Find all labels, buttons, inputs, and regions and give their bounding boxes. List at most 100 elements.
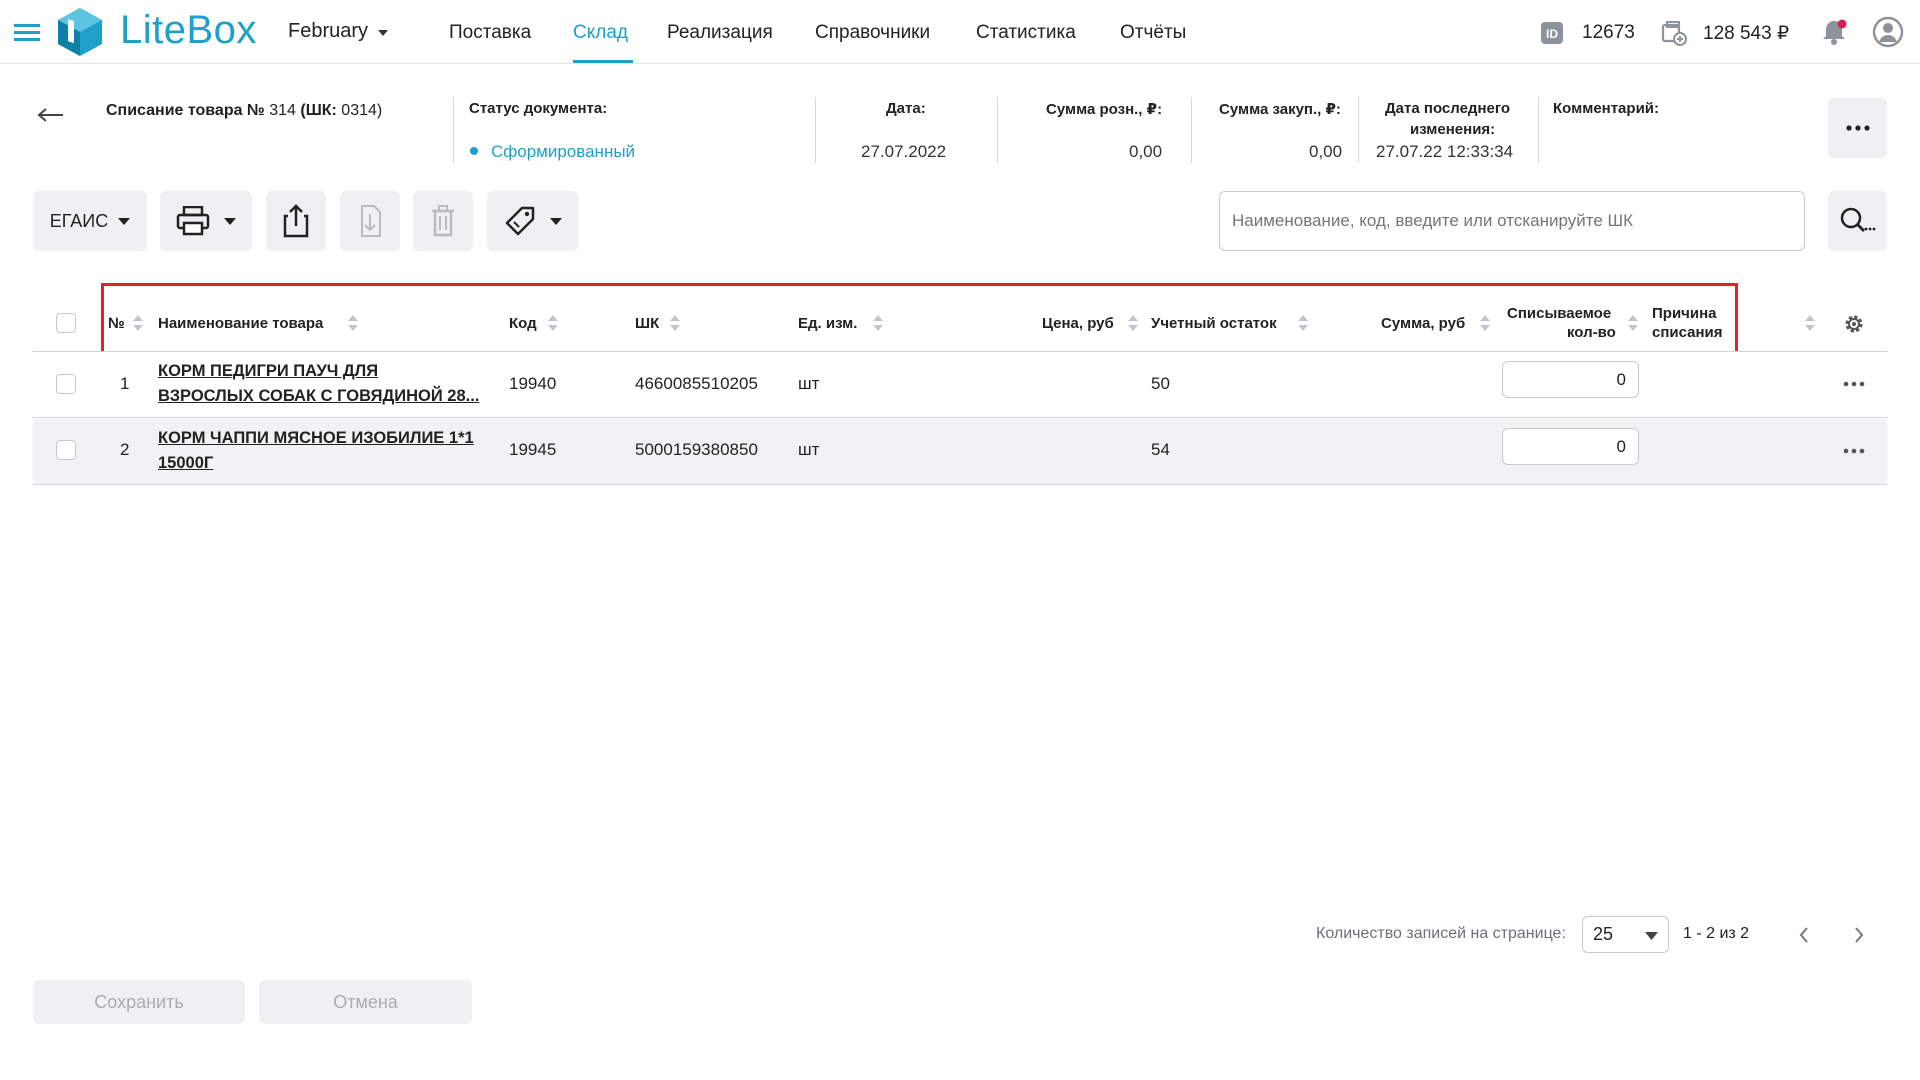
status-value: Сформированный (491, 142, 636, 161)
document-title: Списание товара № 314 (ШК: 0314) (106, 102, 383, 119)
sort-arrows-icon[interactable] (1628, 313, 1638, 333)
nav-item-supply[interactable]: Поставка (449, 22, 531, 44)
product-code: 19940 (509, 374, 557, 393)
save-button[interactable]: Сохранить (33, 980, 245, 1024)
import-icon (361, 205, 381, 237)
egais-dropdown-button[interactable]: ЕГАИС (33, 191, 147, 251)
page-range: 1 - 2 из 2 (1683, 925, 1750, 942)
row-more-icon[interactable] (1843, 448, 1865, 454)
date-value: 27.07.2022 (861, 142, 947, 161)
row-checkbox[interactable] (56, 374, 76, 394)
cancel-button[interactable]: Отмена (259, 980, 472, 1024)
bell-icon[interactable] (1820, 18, 1848, 46)
chevron-left-icon[interactable] (1799, 926, 1809, 944)
page-size-select[interactable]: 25 (1582, 916, 1669, 953)
product-barcode: 4660085510205 (635, 374, 758, 393)
export-icon (283, 204, 309, 238)
column-header-stock[interactable]: Учетный остаток (1151, 314, 1277, 333)
divider (997, 97, 998, 163)
column-header-name[interactable]: Наименование товара (158, 314, 323, 333)
svg-text:ID: ID (1546, 27, 1558, 41)
active-tab-indicator (573, 60, 633, 63)
column-header-writeoff-qty-2[interactable]: кол-во (1567, 323, 1616, 342)
status-label: Статус документа: (469, 100, 608, 117)
nav-item-sales[interactable]: Реализация (667, 22, 773, 44)
product-name-link[interactable]: КОРМ ЧАППИ МЯСНОЕ ИЗОБИЛИЕ 1*1 15000Г (158, 426, 474, 476)
last-changed-label-1: Дата последнего (1385, 100, 1511, 117)
print-dropdown-button[interactable] (160, 191, 252, 251)
hamburger-menu-icon[interactable] (14, 24, 40, 42)
wallet-icon[interactable] (1661, 20, 1687, 46)
date-label: Дата: (886, 100, 926, 117)
delete-button[interactable] (413, 191, 473, 251)
search-icon (1840, 207, 1875, 232)
caret-down-icon (549, 217, 562, 225)
back-arrow-icon[interactable] (36, 105, 64, 125)
sort-arrows-icon[interactable] (348, 313, 358, 333)
row-number: 2 (120, 440, 130, 459)
column-header-barcode[interactable]: ШК (635, 314, 659, 333)
stock-value: 54 (1151, 440, 1170, 459)
caret-down-icon (224, 217, 236, 225)
comment-label: Комментарий: (1553, 100, 1660, 117)
sort-arrows-icon[interactable] (670, 313, 680, 333)
column-header-reason-2[interactable]: списания (1652, 323, 1723, 342)
column-header-num[interactable]: № (108, 314, 125, 333)
chevron-right-icon[interactable] (1854, 926, 1864, 944)
row-more-icon[interactable] (1843, 381, 1865, 387)
nav-item-reports[interactable]: Отчёты (1120, 22, 1186, 44)
product-code: 19945 (509, 440, 557, 459)
more-actions-button[interactable] (1828, 98, 1887, 158)
column-header-writeoff-qty-1[interactable]: Списываемое (1507, 304, 1611, 323)
product-name-link[interactable]: КОРМ ПЕДИГРИ ПАУЧ ДЛЯ ВЗРОСЛЫХ СОБАК С Г… (158, 359, 479, 409)
export-button[interactable] (266, 191, 326, 251)
litebox-logo-icon[interactable] (54, 6, 106, 58)
divider (1538, 97, 1539, 163)
price-tag-icon (505, 206, 534, 236)
sort-arrows-icon[interactable] (548, 313, 558, 333)
page-size-value: 25 (1593, 924, 1614, 944)
sort-arrows-icon[interactable] (133, 313, 143, 333)
column-header-price[interactable]: Цена, руб (1042, 314, 1114, 333)
header-highlight-box (101, 283, 1738, 356)
purchase-sum-value: 0,00 (1309, 142, 1343, 161)
import-button[interactable] (340, 191, 400, 251)
product-barcode: 5000159380850 (635, 440, 758, 459)
column-header-sum[interactable]: Сумма, руб (1381, 314, 1465, 333)
gear-icon[interactable] (1843, 313, 1865, 335)
sort-arrows-icon[interactable] (1805, 313, 1815, 333)
month-label: February (288, 20, 369, 42)
nav-item-directories[interactable]: Справочники (815, 22, 930, 44)
column-header-reason-1[interactable]: Причина (1652, 304, 1717, 323)
account-balance: 128 543 ₽ (1703, 23, 1790, 44)
writeoff-qty-input[interactable]: 0 (1502, 361, 1639, 398)
sort-arrows-icon[interactable] (1298, 313, 1308, 333)
divider (453, 97, 454, 163)
search-button[interactable] (1828, 191, 1887, 251)
retail-sum-label: Сумма розн., ₽: (1046, 101, 1163, 118)
column-header-code[interactable]: Код (509, 314, 537, 333)
column-header-unit[interactable]: Ед. изм. (798, 314, 857, 333)
nav-item-warehouse[interactable]: Склад (573, 22, 628, 44)
nav-item-statistics[interactable]: Статистика (976, 22, 1076, 44)
divider (1358, 97, 1359, 163)
last-changed-value: 27.07.22 12:33:34 (1376, 142, 1514, 161)
user-avatar-icon[interactable] (1872, 16, 1904, 48)
stock-value: 50 (1151, 374, 1170, 393)
caret-down-icon (118, 217, 131, 225)
last-changed-label-2: изменения: (1410, 121, 1496, 138)
brand-name: LiteBox (120, 8, 257, 52)
more-dots-icon (1845, 125, 1870, 131)
price-tag-dropdown-button[interactable] (487, 191, 578, 251)
caret-down-icon (378, 23, 389, 41)
row-checkbox[interactable] (56, 440, 76, 460)
select-all-checkbox[interactable] (56, 313, 76, 333)
sort-arrows-icon[interactable] (1128, 313, 1138, 333)
sort-arrows-icon[interactable] (873, 313, 883, 333)
search-input[interactable] (1220, 192, 1804, 250)
retail-sum-value: 0,00 (1129, 142, 1163, 161)
sort-arrows-icon[interactable] (1480, 313, 1490, 333)
writeoff-qty-input[interactable]: 0 (1502, 428, 1639, 465)
month-selector[interactable]: February (288, 20, 389, 43)
status-dot-icon (470, 147, 478, 155)
